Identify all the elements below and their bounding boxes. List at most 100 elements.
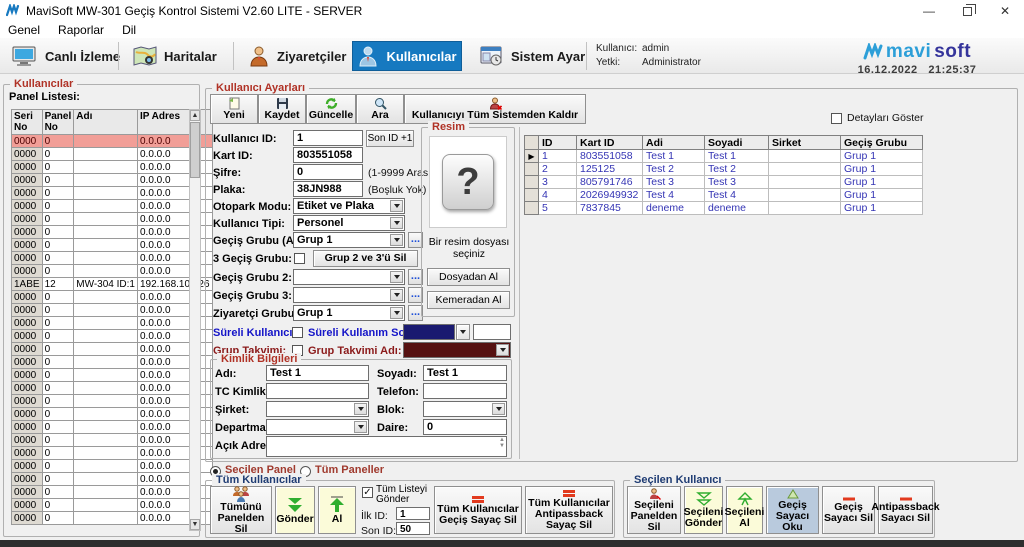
uc-gecis-grubu-checkbox[interactable] <box>294 253 305 264</box>
tumunu-panelden-sil-button[interactable]: Tümünü Panelden Sil <box>210 486 272 534</box>
close-icon[interactable]: ✕ <box>986 0 1024 22</box>
kaydet-button[interactable]: Kaydet <box>258 94 306 124</box>
ara-button[interactable]: Ara <box>356 94 404 124</box>
table-row[interactable]: 000000.0.0.0 <box>12 252 213 265</box>
chevron-down-icon[interactable] <box>390 234 403 246</box>
son-id-button[interactable]: Son ID +1 <box>366 130 414 147</box>
table-row[interactable]: 000000.0.0.0 <box>12 343 213 356</box>
minimize-icon[interactable]: — <box>910 0 948 22</box>
table-row[interactable]: 1ABE12MW-304 ID:1192.168.10.226 <box>12 278 213 291</box>
table-row[interactable]: 000000.0.0.0 <box>12 369 213 382</box>
secileni-al-button[interactable]: Seçileni Al <box>726 486 763 534</box>
chevron-down-icon[interactable] <box>390 307 403 319</box>
sifre-input[interactable]: 0 <box>293 164 363 180</box>
gecis-sayaci-sil-button[interactable]: Geçiş Sayacı Sil <box>822 486 875 534</box>
secileni-gonder-button[interactable]: Seçileni Gönder <box>684 486 723 534</box>
table-row[interactable]: 000000.0.0.0 <box>12 239 213 252</box>
gonder-button[interactable]: Gönder <box>275 486 315 534</box>
panel-list-table[interactable]: Seri NoPanel NoAdıIP Adres000000.0.0.000… <box>11 109 213 525</box>
tc-kimlik-input[interactable] <box>266 383 369 399</box>
textarea-scroll-icons[interactable]: ▲▼ <box>499 437 505 449</box>
chevron-down-icon[interactable] <box>390 289 403 301</box>
table-row[interactable]: 000000.0.0.0 <box>12 265 213 278</box>
table-row[interactable]: 000000.0.0.0 <box>12 512 213 525</box>
table-row[interactable]: 000000.0.0.0 <box>12 174 213 187</box>
chevron-down-icon[interactable] <box>496 344 509 356</box>
table-row[interactable]: 000000.0.0.0 <box>12 408 213 421</box>
kameradan-al-button[interactable]: Kemeradan Al <box>427 291 510 309</box>
ziyaretci-grubu-select[interactable]: Grup 1 <box>293 305 405 321</box>
sureli-kullanim-sonu-time-input[interactable] <box>473 324 511 340</box>
kullanici-id-input[interactable]: 1 <box>293 130 363 146</box>
table-row[interactable]: 000000.0.0.0 <box>12 330 213 343</box>
table-row[interactable]: 000000.0.0.0 <box>12 356 213 369</box>
gecis-grubu-ana-select[interactable]: Grup 1 <box>293 232 405 248</box>
kullanici-tipi-select[interactable]: Personel <box>293 215 405 231</box>
detaylari-goster-checkbox[interactable] <box>831 113 842 124</box>
daire-input[interactable]: 0 <box>423 419 507 435</box>
scroll-down-icon[interactable]: ▼ <box>190 519 200 530</box>
table-row[interactable]: 000000.0.0.0 <box>12 226 213 239</box>
nav-sistem-ayar-button[interactable]: Sistem Ayar <box>474 41 591 71</box>
grup23-sil-button[interactable]: Grup 2 ve 3'ü Sil <box>313 250 418 267</box>
chevron-down-icon[interactable] <box>492 403 505 415</box>
chevron-down-icon[interactable] <box>354 421 367 433</box>
scroll-thumb[interactable] <box>190 122 200 178</box>
yeni-button[interactable]: Yeni <box>210 94 258 124</box>
secileni-panelden-sil-button[interactable]: Seçileni Panelden Sil <box>627 486 681 534</box>
menu-dil[interactable]: Dil <box>122 23 136 37</box>
sureli-date-dropdown-button[interactable] <box>456 324 470 340</box>
table-row[interactable]: 000000.0.0.0 <box>12 434 213 447</box>
table-row[interactable]: 000000.0.0.0 <box>12 161 213 174</box>
table-row[interactable]: 000000.0.0.0 <box>12 317 213 330</box>
sureli-kullanim-sonu-date[interactable] <box>403 324 455 340</box>
al-button[interactable]: Al <box>318 486 356 534</box>
chevron-down-icon[interactable] <box>390 217 403 229</box>
antipassback-sayaci-sil-button[interactable]: Antipassback Sayacı Sil <box>878 486 933 534</box>
table-row[interactable]: 000000.0.0.0 <box>12 187 213 200</box>
adi-input[interactable]: Test 1 <box>266 365 369 381</box>
ilk-id-input[interactable]: 1 <box>396 507 430 520</box>
table-row[interactable]: 000000.0.0.0 <box>12 291 213 304</box>
dosyadan-al-button[interactable]: Dosyadan Al <box>427 268 510 286</box>
departman-select[interactable] <box>266 419 369 435</box>
table-row[interactable]: 000000.0.0.0 <box>12 460 213 473</box>
gecis-sayaci-oku-button[interactable]: Geçiş Sayacı Oku <box>766 486 819 534</box>
users-table[interactable]: IDKart IDAdiSoyadiSirketGeçiş Grubu▶1803… <box>524 135 923 215</box>
table-row[interactable]: 3805791746Test 3Test 3Grup 1 <box>525 176 923 189</box>
gecis-grubu2-select[interactable] <box>293 269 405 285</box>
gecis-grubu3-select[interactable] <box>293 287 405 303</box>
restore-icon[interactable] <box>948 0 986 22</box>
panel-list-scrollbar[interactable]: ▲ ▼ <box>189 109 201 531</box>
menu-genel[interactable]: Genel <box>8 23 40 37</box>
tum-gecis-sayac-sil-button[interactable]: Tüm Kullanıcılar Geçiş Sayaç Sil <box>434 486 522 534</box>
nav-kullanicilar-button[interactable]: Kullanıcılar <box>352 41 462 71</box>
menu-raporlar[interactable]: Raporlar <box>58 23 104 37</box>
nav-ziyaretciler-button[interactable]: Ziyaretçiler <box>242 41 352 71</box>
table-row[interactable]: 000000.0.0.0 <box>12 148 213 161</box>
table-row[interactable]: 000000.0.0.0 <box>12 486 213 499</box>
tum-antipassback-sayac-sil-button[interactable]: Tüm Kullanıcılar Antipassback Sayaç Sil <box>525 486 613 534</box>
table-row[interactable]: 000000.0.0.0 <box>12 135 213 148</box>
nav-haritalar-button[interactable]: Haritalar <box>127 41 223 71</box>
chevron-down-icon[interactable] <box>390 200 403 212</box>
son-id-input[interactable]: 50 <box>396 522 430 535</box>
telefon-input[interactable] <box>423 383 507 399</box>
table-row[interactable]: 000000.0.0.0 <box>12 304 213 317</box>
grup-takvimi-adi-select[interactable] <box>403 342 511 358</box>
chevron-down-icon[interactable] <box>390 271 403 283</box>
nav-canli-izleme-button[interactable]: Canlı İzleme <box>6 41 126 71</box>
kullaniciyi-kaldir-button[interactable]: Kullanıcıyı Tüm Sistemden Kaldır <box>404 94 586 124</box>
kart-id-input[interactable]: 803551058 <box>293 147 363 163</box>
photo-placeholder[interactable]: ? <box>429 136 507 228</box>
table-row[interactable]: 57837845denemedenemeGrup 1 <box>525 202 923 215</box>
otopark-modu-select[interactable]: Etiket ve Plaka <box>293 198 405 214</box>
scroll-up-icon[interactable]: ▲ <box>190 110 200 121</box>
table-row[interactable]: ▶1803551058Test 1Test 1Grup 1 <box>525 150 923 163</box>
tum-listeyi-gonder-checkbox[interactable]: ✓ <box>362 487 373 498</box>
plaka-input[interactable]: 38JN988 <box>293 181 363 197</box>
table-row[interactable]: 42026949932Test 4Test 4Grup 1 <box>525 189 923 202</box>
sirket-select[interactable] <box>266 401 369 417</box>
table-row[interactable]: 000000.0.0.0 <box>12 213 213 226</box>
soyadi-input[interactable]: Test 1 <box>423 365 507 381</box>
